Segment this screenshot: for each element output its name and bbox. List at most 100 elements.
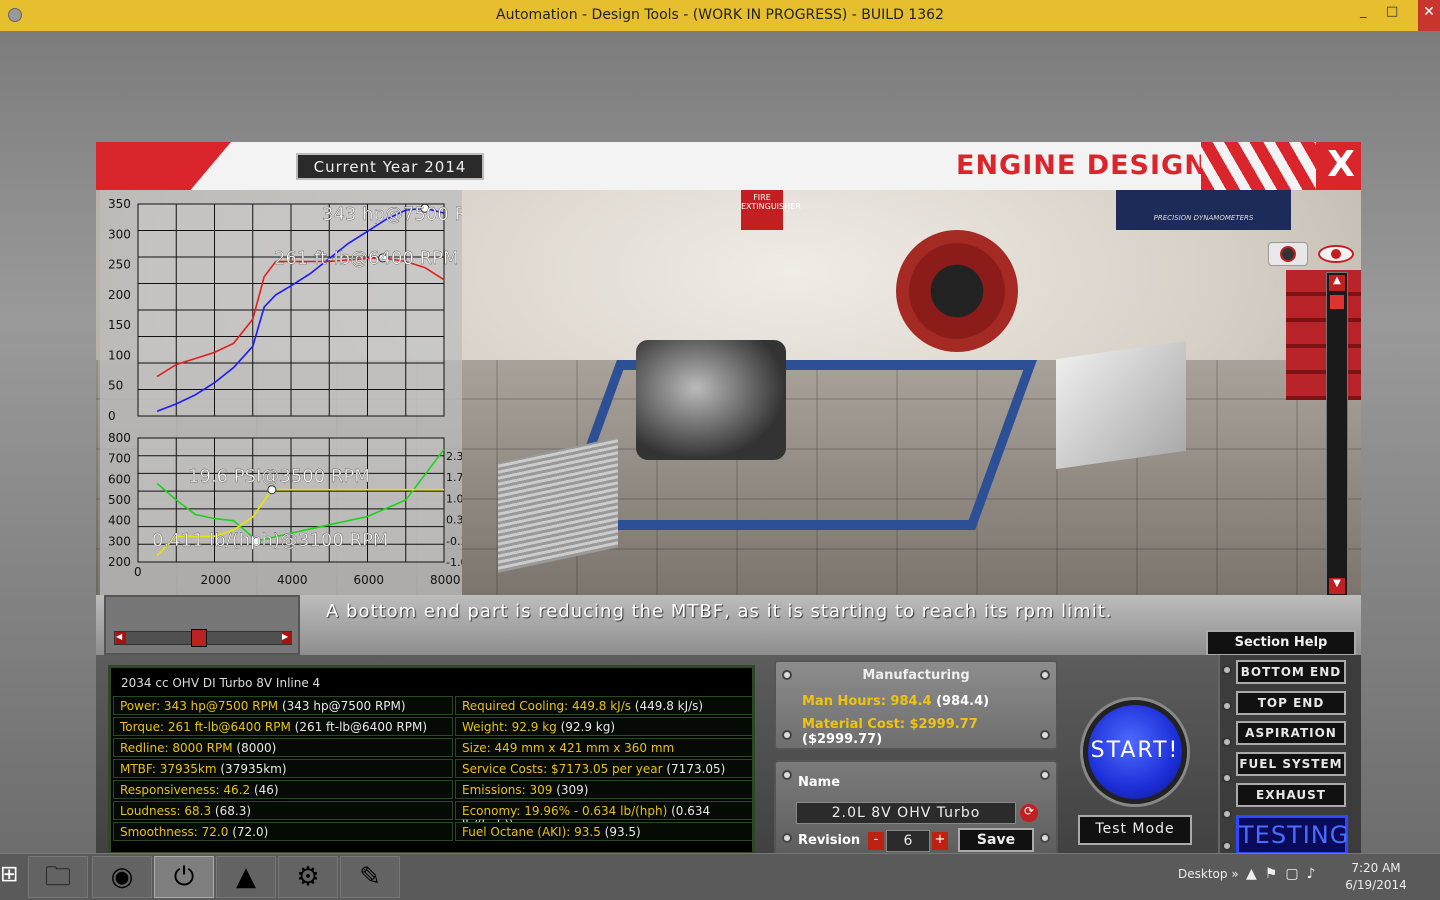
- system-tray-icons[interactable]: ▲⚑▢♪: [1246, 866, 1323, 882]
- screw: [782, 770, 792, 780]
- clock[interactable]: 7:20 AM 6/19/2014: [1340, 860, 1412, 894]
- scroll-thumb[interactable]: [1330, 295, 1344, 309]
- stat-row: MTBF: 37935km (37935km): [113, 759, 453, 778]
- stat-row: Size: 449 mm x 421 mm x 360 mm: [455, 738, 753, 757]
- section-bottom-end[interactable]: BOTTOM END: [1236, 660, 1346, 684]
- fuel-tank: [1056, 340, 1186, 470]
- x-tick-label: 0: [134, 565, 142, 579]
- y2-tick-label: 2.3: [446, 450, 462, 463]
- steam-icon[interactable]: ⚙: [278, 856, 338, 898]
- save-button[interactable]: Save: [958, 828, 1034, 852]
- close-designer-button[interactable]: X: [1327, 144, 1355, 185]
- screw: [1222, 773, 1232, 783]
- fire-extinguisher-sign: FIRE EXTINGUISHER: [741, 190, 801, 230]
- maximize-button[interactable]: □: [1386, 4, 1398, 19]
- scroll-up-icon[interactable]: ▲: [1329, 275, 1345, 291]
- title-bar: Automation - Design Tools - (WORK IN PRO…: [0, 0, 1440, 44]
- y-tick-label: 800: [108, 431, 131, 445]
- eye-icon[interactable]: [1318, 245, 1354, 263]
- y-tick-label: 500: [108, 493, 131, 507]
- revision-plus-button[interactable]: +: [932, 832, 948, 850]
- camera-icon[interactable]: [1268, 242, 1308, 266]
- y2-tick-label: -1.0: [446, 556, 462, 569]
- stat-row: Responsiveness: 46.2 (46): [113, 780, 453, 799]
- torque-annotation: 261 ft-lb@6400 RPM: [274, 248, 459, 269]
- y-tick-label: 300: [108, 534, 131, 548]
- revision-minus-button[interactable]: -: [868, 832, 884, 850]
- minimize-button[interactable]: _: [1360, 4, 1367, 19]
- screw: [1222, 701, 1232, 711]
- stat-row: Torque: 261 ft-lb@6400 RPM (261 ft-lb@64…: [113, 717, 453, 736]
- y-tick-label: 200: [108, 555, 131, 569]
- y-tick-label: 100: [108, 348, 131, 362]
- header-stripe-left: [96, 142, 231, 190]
- automation-app-icon[interactable]: ⏻: [154, 856, 214, 898]
- stat-row: Smoothness: 72.0 (72.0): [113, 822, 453, 841]
- start-button[interactable]: START!: [1083, 700, 1187, 804]
- engine-model[interactable]: [636, 340, 786, 460]
- firefox-icon[interactable]: ◉: [92, 856, 152, 898]
- section-fuel-system[interactable]: FUEL SYSTEM: [1236, 752, 1346, 776]
- slider-left-icon[interactable]: ◀: [116, 632, 126, 644]
- boost-annotation: 19.6 PSI@3500 RPM: [188, 466, 370, 487]
- taskbar: ⊞ 🗀 ◉ ⏻ ▲ ⚙ ✎ Desktop » ▲⚑▢♪ 7:20 AM 6/19…: [0, 853, 1440, 900]
- stat-row: Service Costs: $7173.05 per year (7173.0…: [455, 759, 753, 778]
- section-navigation: BOTTOM END TOP END ASPIRATION FUEL SYSTE…: [1218, 655, 1361, 862]
- desktop-toolbar-label[interactable]: Desktop »: [1178, 867, 1239, 881]
- y-tick-label: 400: [108, 514, 131, 528]
- reset-name-icon[interactable]: ⟳: [1020, 804, 1038, 822]
- x-tick-label: 6000: [354, 573, 385, 587]
- rpm-slider-panel: ◀ ▶: [104, 595, 300, 655]
- screw: [1040, 770, 1050, 780]
- x-tick-label: 2000: [201, 573, 232, 587]
- screw: [782, 730, 792, 740]
- dyno-banner: PRECISION DYNAMOMETERS: [1116, 190, 1291, 230]
- x-tick-label: 8000: [430, 573, 461, 587]
- section-testing[interactable]: TESTING: [1236, 815, 1348, 855]
- windows-start-icon[interactable]: ⊞: [0, 862, 26, 892]
- bottom-panel: 2034 cc OHV DI Turbo 8V Inline 4 Power: …: [96, 655, 1361, 862]
- current-year: Current Year 2014: [296, 153, 484, 180]
- y-tick-label: 50: [108, 379, 123, 393]
- section-top-end[interactable]: TOP END: [1236, 691, 1346, 715]
- stat-row: Power: 343 hp@7500 RPM (343 hp@7500 RPM): [113, 696, 453, 715]
- section-help-button[interactable]: Section Help: [1206, 630, 1356, 656]
- scroll-down-icon[interactable]: ▼: [1329, 578, 1345, 594]
- screw: [782, 833, 792, 843]
- stat-row: Fuel Octane (AKI): 93.5 (93.5): [455, 822, 753, 841]
- man-hours: Man Hours: 984.4 (984.4): [802, 694, 990, 709]
- paint-icon[interactable]: ✎: [340, 856, 400, 898]
- test-mode-button[interactable]: Test Mode: [1078, 815, 1192, 845]
- screw: [1222, 665, 1232, 675]
- vlc-icon[interactable]: ▲: [216, 856, 276, 898]
- stat-row: Loudness: 68.3 (68.3): [113, 801, 453, 820]
- power-annotation: 343 hp@7500 RPM: [322, 204, 462, 225]
- revision-label: Revision: [798, 833, 861, 848]
- x-tick-label: 4000: [277, 573, 308, 587]
- naming-panel: Name 2.0L 8V OHV Turbo ⟳ Revision - 6 + …: [774, 760, 1058, 855]
- name-label: Name: [798, 775, 841, 790]
- section-exhaust[interactable]: EXHAUST: [1236, 783, 1346, 807]
- slider-right-icon[interactable]: ▶: [282, 632, 292, 644]
- material-cost: Material Cost: $2999.77 ($2999.77): [802, 717, 978, 747]
- graphs-svg: 3503002502001501005008007006005004003002…: [108, 197, 462, 587]
- app-background: Current Year 2014 ENGINE DESIGN X FIRE E…: [0, 31, 1440, 862]
- y2-tick-label: 1.0: [446, 492, 462, 505]
- zoom-scrollbar[interactable]: ▲ ▼: [1326, 272, 1348, 595]
- y2-tick-label: 0.3: [446, 514, 462, 527]
- y-tick-label: 300: [108, 227, 131, 241]
- rpm-slider-knob[interactable]: [191, 629, 207, 647]
- y-tick-label: 350: [108, 197, 131, 211]
- stat-row: Required Cooling: 449.8 kJ/s (449.8 kJ/s…: [455, 696, 753, 715]
- bsfc-annotation: 0.411 lb/(hph)@3100 RPM: [152, 530, 388, 551]
- file-explorer-icon[interactable]: 🗀: [28, 856, 88, 898]
- dyno-graphs: 350 300 250 200 150 100 50 0 800 700 600 500 400 300 2…: [100, 190, 462, 595]
- revision-value: 6: [886, 830, 930, 852]
- screw: [1222, 841, 1232, 851]
- message-bar: ◀ ▶ A bottom end part is reducing the MT…: [96, 595, 1361, 655]
- engine-name-field[interactable]: 2.0L 8V OHV Turbo: [796, 802, 1016, 824]
- y-tick-label: 700: [108, 452, 131, 466]
- section-aspiration[interactable]: ASPIRATION: [1236, 721, 1346, 745]
- engine-design-window: Current Year 2014 ENGINE DESIGN X FIRE E…: [96, 142, 1361, 862]
- engine-description: 2034 cc OHV DI Turbo 8V Inline 4: [121, 676, 321, 690]
